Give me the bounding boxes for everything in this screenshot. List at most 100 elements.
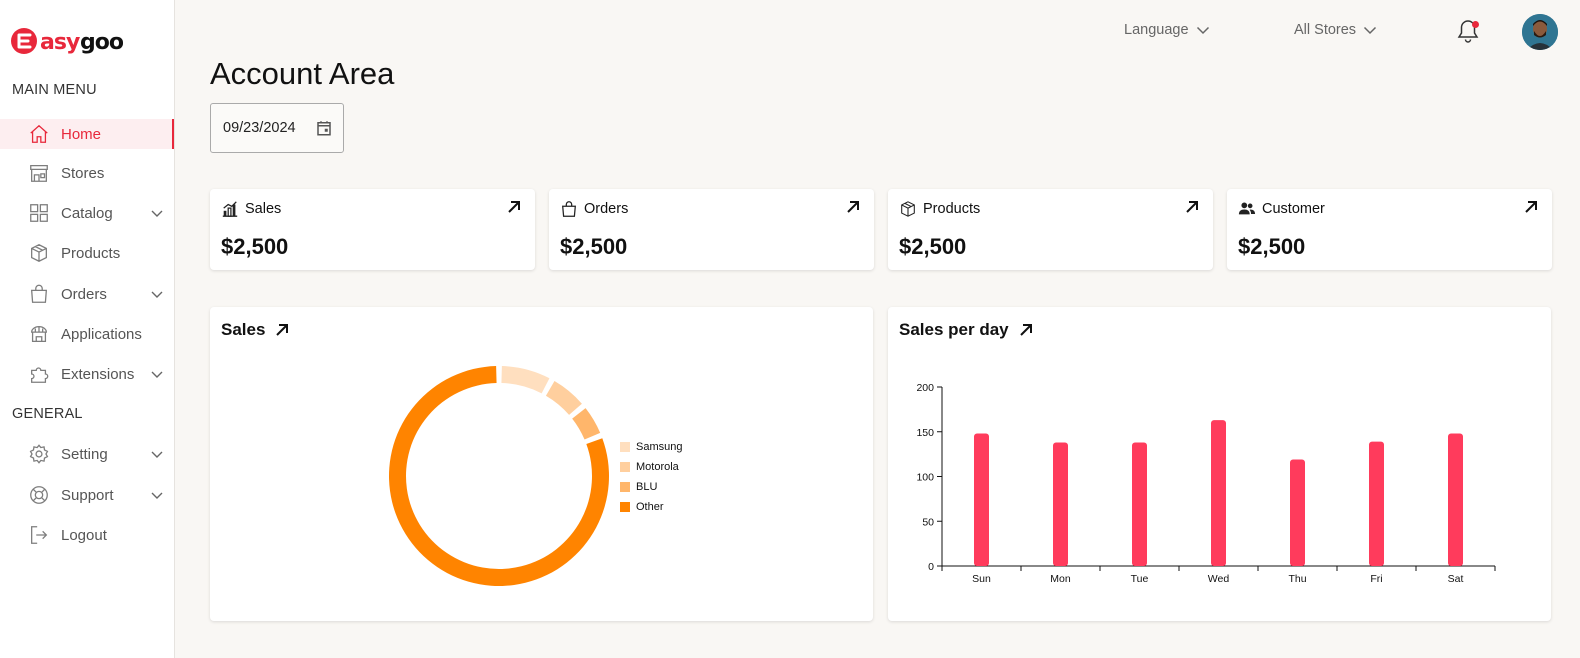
chevron-down-icon [1364, 26, 1377, 35]
bar-fri[interactable] [1369, 441, 1384, 566]
y-tick-label: 100 [916, 472, 934, 484]
x-tick-label: Wed [1208, 573, 1230, 585]
stat-value: $2,500 [560, 234, 628, 259]
sidebar-item-extensions[interactable]: Extensions [0, 359, 174, 389]
app-store-icon [28, 323, 50, 345]
stat-value: $2,500 [1238, 234, 1306, 259]
stat-label: Orders [584, 201, 629, 217]
chevron-down-icon [1196, 26, 1209, 35]
y-tick-label: 50 [922, 516, 934, 528]
chevron-down-icon[interactable] [150, 488, 164, 502]
date-picker-input[interactable]: 09/23/2024 [210, 103, 344, 153]
sales-chart-card: Sales Samsung Motorola BLU Other [210, 307, 873, 621]
bar-sun[interactable] [974, 433, 989, 566]
main-menu-title: MAIN MENU [12, 82, 97, 98]
bag-icon [28, 283, 50, 305]
arrow-up-right-icon[interactable] [1185, 200, 1199, 214]
sidebar-item-label: Extensions [61, 365, 135, 383]
stat-label: Customer [1262, 201, 1325, 217]
language-dropdown[interactable]: Language [1124, 22, 1210, 38]
stores-dropdown[interactable]: All Stores [1294, 22, 1377, 38]
store-icon [28, 162, 50, 184]
stores-label: All Stores [1294, 22, 1357, 38]
legend-item-motorola[interactable]: Motorola [620, 461, 679, 473]
stat-card-header: Customer [1238, 200, 1325, 218]
sidebar-item-label: Home [61, 125, 102, 143]
bar-tue[interactable] [1132, 442, 1147, 566]
arrow-up-right-icon[interactable] [507, 200, 521, 214]
sidebar-item-catalog[interactable]: Catalog [0, 198, 174, 228]
chevron-down-icon[interactable] [150, 206, 164, 220]
legend-label: BLU [636, 481, 658, 493]
brand-logo-mark: asy goo [11, 28, 123, 55]
notification-dot [1472, 21, 1479, 28]
sidebar-item-label: Setting [61, 445, 108, 463]
sidebar: asy goo MAIN MENU Home Stores Catalog Pr… [0, 0, 175, 658]
calendar-icon[interactable] [315, 119, 333, 137]
sidebar-item-applications[interactable]: Applications [0, 319, 174, 349]
sales-donut-chart [388, 366, 609, 586]
bar-wed[interactable] [1211, 420, 1226, 566]
stat-value: $2,500 [221, 234, 289, 259]
sidebar-item-label: Applications [61, 325, 142, 343]
sidebar-item-stores[interactable]: Stores [0, 158, 174, 188]
legend-item-other[interactable]: Other [620, 501, 664, 513]
x-tick-label: Tue [1131, 573, 1149, 585]
notification-button[interactable] [1456, 18, 1480, 44]
sidebar-item-home[interactable]: Home [0, 119, 174, 149]
sales-per-day-bar-chart: 0 50 100 150 200 Sun Mon Tue Wed Thu Fri Sat [916, 382, 1496, 585]
svg-text:goo: goo [80, 30, 123, 55]
sidebar-item-logout[interactable]: Logout [0, 520, 174, 550]
sales-per-day-card: Sales per day 0 50 100 150 200 Sun Mon Tue Wed Th… [888, 307, 1551, 621]
stat-label: Sales [245, 201, 282, 217]
sidebar-item-setting[interactable]: Setting [0, 439, 174, 469]
legend-label: Samsung [636, 441, 683, 453]
chevron-down-icon[interactable] [150, 447, 164, 461]
chevron-down-icon[interactable] [150, 287, 164, 301]
box-icon [28, 242, 50, 264]
box-icon [901, 201, 915, 217]
legend-swatch [620, 442, 630, 452]
x-tick-label: Sat [1448, 573, 1464, 585]
arrow-up-right-icon[interactable] [846, 200, 860, 214]
stat-card-products[interactable]: Products $2,500 [888, 189, 1213, 270]
avatar-image [1522, 14, 1558, 50]
x-tick-label: Fri [1370, 573, 1382, 585]
bar-sat[interactable] [1448, 433, 1463, 566]
x-tick-label: Sun [972, 573, 991, 585]
y-tick-label: 200 [916, 382, 934, 394]
bar-mon[interactable] [1053, 442, 1068, 566]
sidebar-item-label: Products [61, 244, 121, 262]
chevron-down-icon[interactable] [150, 367, 164, 381]
legend-item-samsung[interactable]: Samsung [620, 441, 682, 453]
y-tick-label: 150 [916, 427, 934, 439]
stat-card-customer[interactable]: Customer $2,500 [1227, 189, 1552, 270]
legend-swatch [620, 482, 630, 492]
user-avatar[interactable] [1522, 14, 1558, 50]
sidebar-item-orders[interactable]: Orders [0, 279, 174, 309]
stat-card-sales[interactable]: Sales $2,500 [210, 189, 535, 270]
sidebar-item-support[interactable]: Support [0, 480, 174, 510]
x-tick-label: Thu [1288, 573, 1306, 585]
bar-thu[interactable] [1290, 459, 1305, 566]
legend-item-blu[interactable]: BLU [620, 481, 657, 493]
sidebar-item-label: Stores [61, 164, 105, 182]
donut-slice-motorola[interactable] [545, 381, 582, 415]
y-tick-label: 0 [928, 561, 934, 573]
donut-slice-blu[interactable] [572, 408, 601, 440]
sidebar-item-products[interactable]: Products [0, 238, 174, 268]
general-title: GENERAL [12, 406, 83, 422]
arrow-up-right-icon[interactable] [1524, 200, 1538, 214]
legend-label: Motorola [636, 461, 679, 473]
legend-swatch [620, 502, 630, 512]
stat-value: $2,500 [899, 234, 967, 259]
stat-card-orders[interactable]: Orders $2,500 [549, 189, 874, 270]
bar-chart-icon [222, 201, 238, 217]
lifebuoy-icon [28, 484, 50, 506]
svg-text:asy: asy [40, 30, 80, 55]
brand-logo[interactable]: asy goo [10, 20, 123, 60]
logout-icon [28, 524, 50, 546]
bag-icon [562, 201, 576, 217]
donut-slice-samsung[interactable] [501, 366, 550, 394]
gear-icon [28, 443, 50, 465]
